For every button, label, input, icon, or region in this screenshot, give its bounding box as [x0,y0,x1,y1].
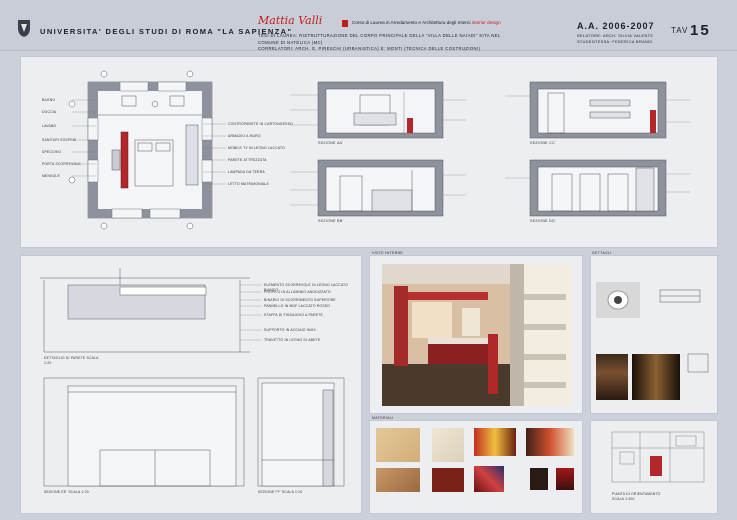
signature-logo: Mattia Valli [258,14,323,27]
sheet-label: TAV [671,26,689,35]
interior-render-image [382,264,571,406]
detail-note: PROFILO IN ALLUMINIO ANODIZZATO [264,290,331,294]
plan-annot: SANITARI SOSPESI [42,138,77,142]
material-swatch-photo-5 [556,468,574,490]
plan-annot: PARETE ATTREZZATA [228,158,267,162]
orientation-label: PIANTA DI ORIENTAMENTO SCALA 1:200 [612,492,661,501]
plan-sections-panel [20,56,718,248]
material-swatch-red [432,468,464,492]
material-swatch-wood-light [376,428,420,462]
material-swatch-photo-3 [474,466,504,492]
detail-note: SUPPORTO IN ACCIAIO INOX [264,328,316,332]
details-label: DETTAGLI [592,251,612,255]
materials-label: MATERIALI [372,416,394,420]
section-cc-label: SEZIONE CC' [530,141,556,145]
plan-annot: CONTROPARETE IN CARTONGESSO [228,122,293,126]
plan-annot: MOBILE TV IN LEGNO LACCATO [228,146,286,150]
plan-annot: ARMADIO A MURO [228,134,261,138]
plan-annot: BAGNO [42,98,56,102]
faculty-mark [342,20,348,27]
material-swatch-photo-1 [474,428,516,456]
detail-note: PANNELLO IN MDF LACCATO ROSSO [264,304,331,308]
title-block: UNIVERSITA' DEGLI STUDI DI ROMA "LA SAPI… [0,0,737,51]
plan-annot: PORTA SCORREVOLE [42,162,81,166]
detail-note: STAFFA DI FISSAGGIO A PARETE [264,313,323,317]
credits: RELATORE: ARCH. SILVIA VALENTE STUDENTES… [577,34,654,44]
plan-annot: LAVABO [42,124,57,128]
plan-annot: MENSOLE [42,174,60,178]
section-dd-label: SEZIONE DD' [530,219,556,223]
plan-annot: LETTO MATRIMONIALE [228,182,269,186]
detail-note: BINARIO DI SCORRIMENTO SUPERIORE [264,298,336,302]
academic-year: A.A. 2006-2007 [577,21,655,31]
university-name: UNIVERSITA' DEGLI STUDI DI ROMA "LA SAPI… [40,27,293,36]
section-bb-label: SEZIONE BB' [318,219,344,223]
plan-annot: SPECCHIO [42,150,62,154]
section-ee-label: SEZIONE EE' SCALA 1:20 [44,490,89,494]
wall-light-photo-1 [596,354,628,400]
crest-icon [18,20,30,37]
detail-note: TRAVETTO IN LEGNO DI ABETE [264,338,321,342]
material-swatch-wood-dark [376,468,420,492]
interior-view-label: VISTE INTERNE [372,251,404,255]
detail-scale-label: DETTAGLIO DI PARETE SCALA 1:20 [44,356,99,365]
section-aa-label: SEZIONE AA' [318,141,344,145]
section-ff-label: SEZIONE FF' SCALA 1:20 [258,490,303,494]
plan-annot: DOCCIA [42,110,57,114]
material-swatch-stone [432,428,464,462]
plan-annot: LAMPADA DA TERRA [228,170,265,174]
material-swatch-photo-4 [530,468,548,490]
course-title: Corso di Laurea in Arredamento e Archite… [352,20,501,25]
sheet-number: 15 [690,22,711,39]
wall-light-photo-2 [632,354,680,400]
material-swatch-photo-2 [526,428,574,456]
thesis-title: TESI DI LAUREA: RISTRUTTURAZIONE DEL COR… [258,33,501,51]
spotlight-photo [596,282,640,318]
